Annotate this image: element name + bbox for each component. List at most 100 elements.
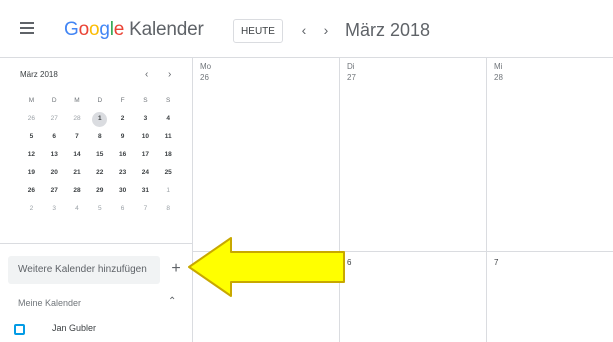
mini-day-label: 14 bbox=[73, 151, 81, 158]
mini-day-cell[interactable]: 26 bbox=[20, 182, 43, 200]
day-cell-number[interactable]: 7 bbox=[494, 258, 498, 267]
mini-day-label: 10 bbox=[141, 133, 149, 140]
mini-next-month-icon[interactable]: › bbox=[168, 69, 171, 80]
plus-icon[interactable]: + bbox=[168, 258, 184, 280]
mini-day-label: 8 bbox=[166, 205, 170, 212]
checkbox-icon[interactable] bbox=[14, 324, 25, 335]
mini-day-label: 27 bbox=[50, 115, 58, 122]
mini-day-label: 7 bbox=[143, 205, 148, 212]
mini-day-cell[interactable]: 28 bbox=[66, 110, 89, 128]
mini-day-cell[interactable]: 20 bbox=[43, 164, 66, 182]
day-header-mon[interactable]: Mo 26 bbox=[200, 62, 211, 82]
day-header-tue[interactable]: Di 27 bbox=[347, 62, 356, 82]
mini-weekday: S bbox=[157, 92, 180, 110]
today-button[interactable]: HEUTE bbox=[233, 19, 283, 43]
mini-day-cell[interactable]: 28 bbox=[66, 182, 89, 200]
mini-day-label: 23 bbox=[118, 169, 127, 176]
mini-day-label: 12 bbox=[27, 151, 36, 158]
sidebar: März 2018 ‹ › M D M D F S S 26 27 28 1 2 3 4 5 6 7 8 9 10 11… bbox=[0, 58, 192, 342]
mini-day-cell[interactable]: 18 bbox=[157, 146, 180, 164]
mini-day-cell[interactable]: 3 bbox=[43, 200, 66, 218]
current-month-title: März 2018 bbox=[345, 20, 431, 40]
mini-day-cell[interactable]: 15 bbox=[88, 146, 111, 164]
mini-day-cell[interactable]: 22 bbox=[88, 164, 111, 182]
mini-day-label: 4 bbox=[75, 205, 79, 212]
mini-day-label: 30 bbox=[118, 187, 127, 194]
mini-day-cell[interactable]: 7 bbox=[134, 200, 157, 218]
mini-day-label: 17 bbox=[141, 151, 149, 158]
mini-day-cell[interactable]: 3 bbox=[134, 110, 157, 128]
mini-day-cell[interactable]: 31 bbox=[134, 182, 157, 200]
mini-day-label: 11 bbox=[164, 133, 172, 140]
mini-week-row: 26 27 28 29 30 31 1 bbox=[20, 182, 180, 200]
mini-day-label: S bbox=[166, 97, 171, 104]
chevron-left-icon[interactable]: ‹ bbox=[296, 21, 312, 39]
mini-day-label: 31 bbox=[141, 187, 149, 194]
google-calendar-logo[interactable]: Google Kalender bbox=[64, 19, 204, 41]
mini-day-cell[interactable]: 7 bbox=[66, 128, 89, 146]
mini-day-cell[interactable]: 23 bbox=[111, 164, 134, 182]
mini-day-cell[interactable]: 2 bbox=[20, 200, 43, 218]
mini-day-cell[interactable]: 9 bbox=[111, 128, 134, 146]
mini-day-cell[interactable]: 19 bbox=[20, 164, 43, 182]
mini-day-label: 5 bbox=[29, 133, 34, 140]
mini-day-cell[interactable]: 14 bbox=[66, 146, 89, 164]
add-calendar-input[interactable]: Weitere Kalender hinzufügen bbox=[8, 256, 160, 284]
mini-day-label: 29 bbox=[96, 187, 104, 194]
mini-day-cell[interactable]: 16 bbox=[111, 146, 134, 164]
mini-day-cell[interactable]: 11 bbox=[157, 128, 180, 146]
mini-week-row: 5 6 7 8 9 10 11 bbox=[20, 128, 180, 146]
mini-day-label: 3 bbox=[52, 205, 56, 212]
mini-weekday: S bbox=[134, 92, 157, 110]
mini-day-label: 7 bbox=[75, 133, 79, 140]
mini-day-cell[interactable]: 27 bbox=[43, 110, 66, 128]
mini-day-label: 25 bbox=[164, 169, 172, 176]
mini-day-cell[interactable]: 6 bbox=[43, 128, 66, 146]
mini-weekday: D bbox=[43, 92, 66, 110]
mini-day-label: 27 bbox=[50, 187, 58, 194]
mini-day-cell[interactable]: 26 bbox=[20, 110, 43, 128]
mini-day-cell[interactable]: 6 bbox=[111, 200, 134, 218]
week-grid: Mo 26 Di 27 Mi 28 5 6 7 bbox=[192, 58, 613, 342]
mini-day-label: 1 bbox=[97, 115, 102, 122]
mini-day-cell[interactable]: 24 bbox=[134, 164, 157, 182]
grid-line bbox=[486, 58, 487, 342]
mini-day-cell[interactable]: 1 bbox=[88, 110, 111, 128]
mini-week-row: 19 20 21 22 23 24 25 bbox=[20, 164, 180, 182]
mini-prev-month-icon[interactable]: ‹ bbox=[145, 69, 148, 80]
mini-day-cell[interactable]: 8 bbox=[157, 200, 180, 218]
grid-line bbox=[339, 58, 340, 342]
mini-day-label: F bbox=[120, 97, 125, 104]
mini-day-label: 1 bbox=[166, 187, 170, 194]
mini-day-label: 9 bbox=[120, 133, 125, 140]
annotation-arrow-icon bbox=[188, 237, 345, 297]
mini-day-cell[interactable]: 1 bbox=[157, 182, 180, 200]
mini-day-cell[interactable]: 29 bbox=[88, 182, 111, 200]
mini-day-cell[interactable]: 5 bbox=[20, 128, 43, 146]
mini-day-cell[interactable]: 8 bbox=[88, 128, 111, 146]
mini-day-label: 6 bbox=[120, 205, 125, 212]
mini-day-cell[interactable]: 25 bbox=[157, 164, 180, 182]
mini-day-label: 3 bbox=[143, 115, 148, 122]
mini-day-cell[interactable]: 17 bbox=[134, 146, 157, 164]
day-cell-number[interactable]: 6 bbox=[347, 258, 351, 267]
mini-day-cell[interactable]: 30 bbox=[111, 182, 134, 200]
mini-day-cell[interactable]: 4 bbox=[66, 200, 89, 218]
mini-day-cell[interactable]: 21 bbox=[66, 164, 89, 182]
hamburger-menu-icon[interactable] bbox=[16, 19, 38, 41]
mini-day-label: 5 bbox=[97, 205, 102, 212]
chevron-right-icon[interactable]: › bbox=[318, 21, 334, 39]
mini-week-row: 12 13 14 15 16 17 18 bbox=[20, 146, 180, 164]
chevron-up-icon[interactable]: ⌃ bbox=[168, 296, 176, 307]
mini-day-cell[interactable]: 4 bbox=[157, 110, 180, 128]
mini-day-cell[interactable]: 10 bbox=[134, 128, 157, 146]
my-calendars-heading[interactable]: Meine Kalender bbox=[18, 298, 81, 308]
mini-day-cell[interactable]: 12 bbox=[20, 146, 43, 164]
mini-day-label: 20 bbox=[50, 169, 58, 176]
mini-day-cell[interactable]: 27 bbox=[43, 182, 66, 200]
calendar-list-item[interactable]: Jan Gubler bbox=[14, 320, 184, 338]
mini-day-cell[interactable]: 2 bbox=[111, 110, 134, 128]
mini-day-cell[interactable]: 5 bbox=[88, 200, 111, 218]
mini-day-cell[interactable]: 13 bbox=[43, 146, 66, 164]
day-header-wed[interactable]: Mi 28 bbox=[494, 62, 503, 82]
